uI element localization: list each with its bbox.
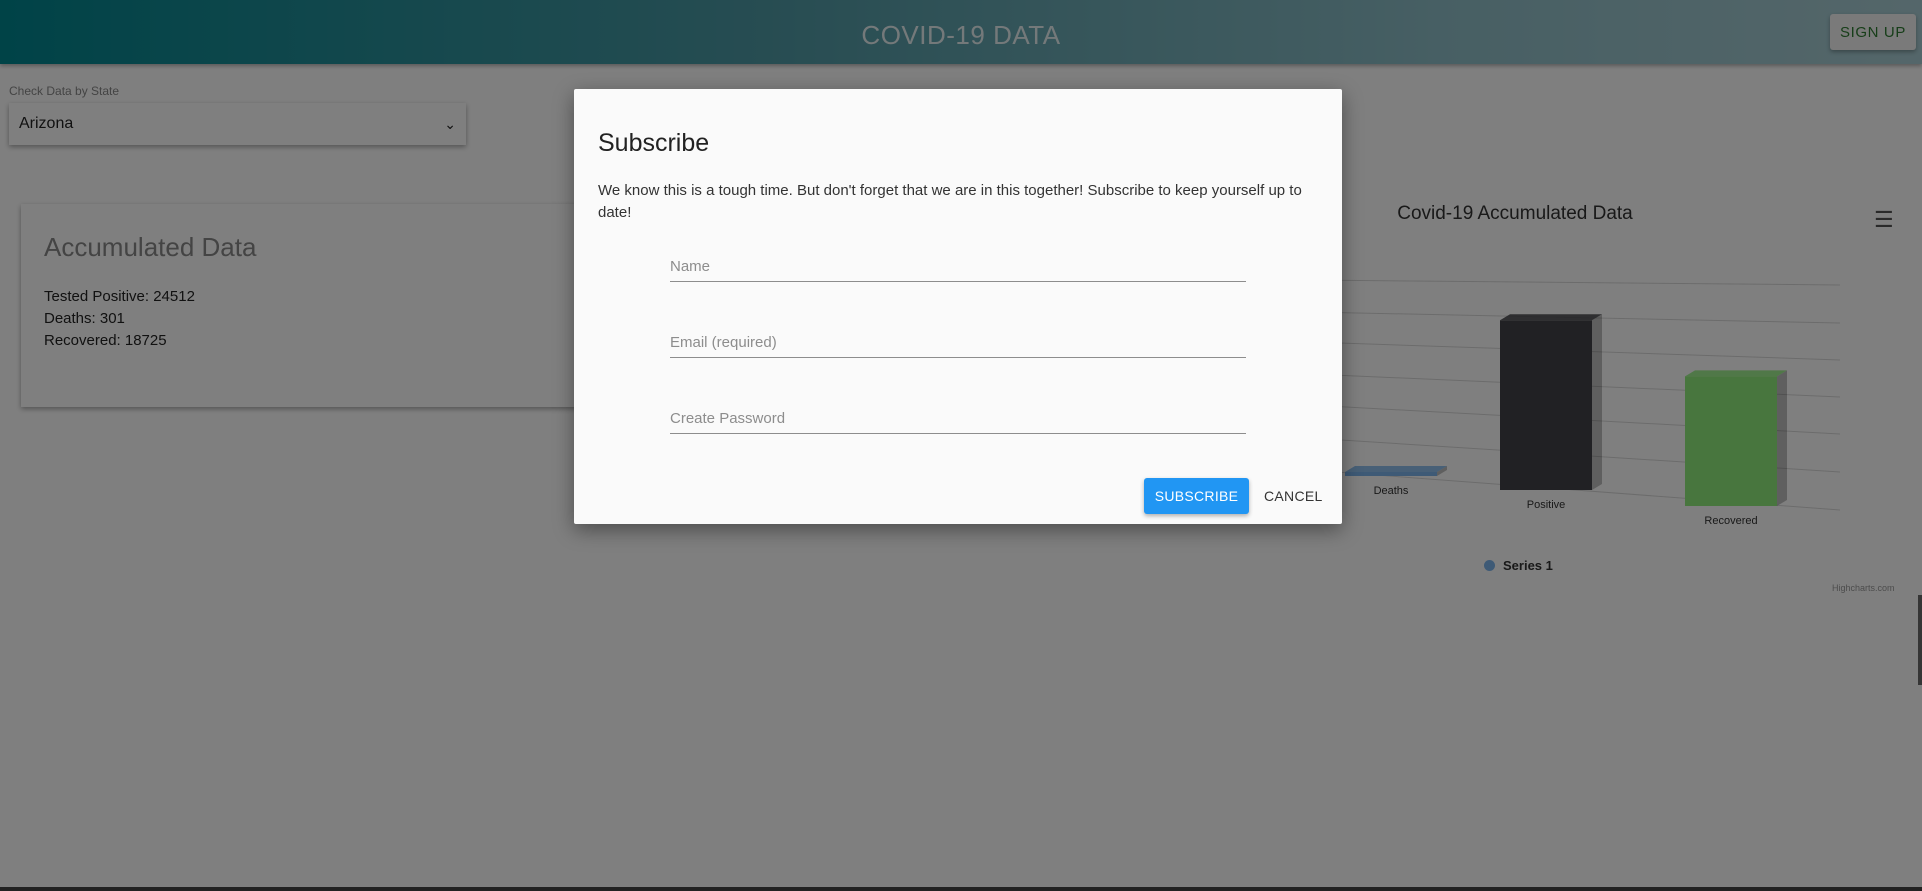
subscribe-button[interactable]: SUBSCRIBE	[1144, 478, 1249, 514]
dialog-title: Subscribe	[598, 129, 710, 157]
dialog-message: We know this is a tough time. But don't …	[598, 182, 1302, 221]
cancel-button[interactable]: CANCEL	[1258, 478, 1328, 514]
password-input[interactable]	[670, 403, 1246, 433]
window-bottom-edge	[0, 887, 1922, 891]
password-field[interactable]	[670, 403, 1246, 434]
name-field[interactable]	[670, 251, 1246, 282]
name-input[interactable]	[670, 251, 1246, 281]
subscribe-dialog: Subscribe We know this is a tough time. …	[574, 89, 1342, 524]
email-input[interactable]	[670, 327, 1246, 357]
email-field[interactable]	[670, 327, 1246, 358]
